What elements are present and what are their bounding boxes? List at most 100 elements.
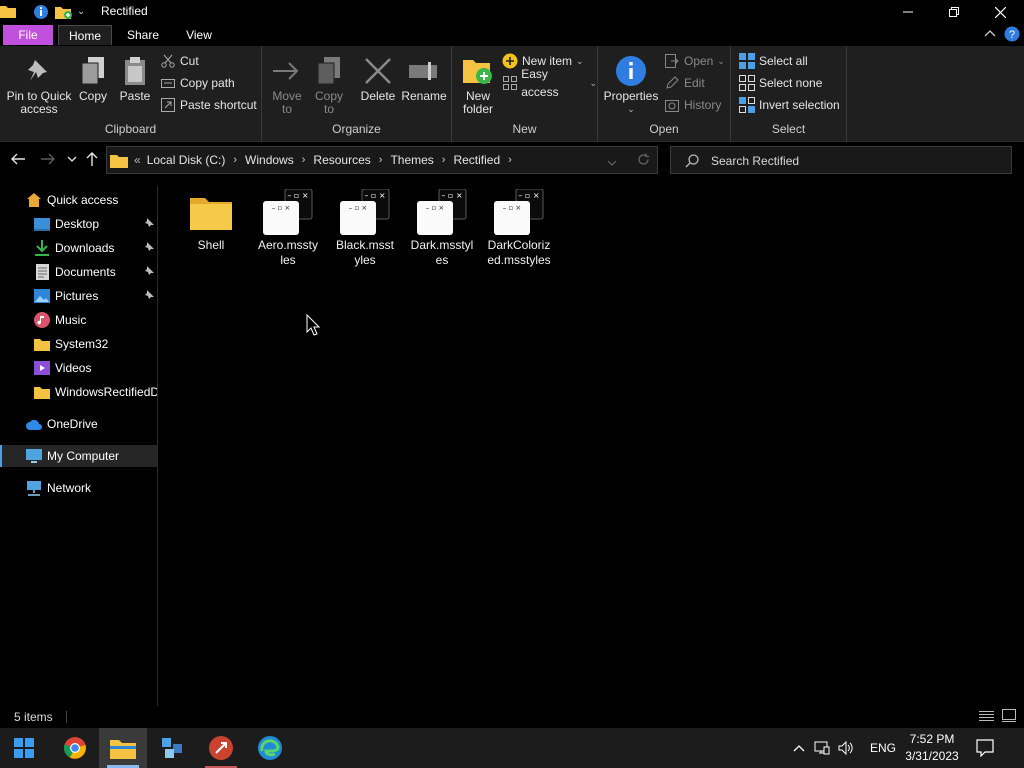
nav-documents[interactable]: Documents <box>0 261 157 283</box>
nav-downloads[interactable]: Downloads <box>0 237 157 259</box>
nav-network[interactable]: Network <box>0 477 157 499</box>
paste-shortcut-button[interactable]: Paste shortcut <box>160 96 257 114</box>
tab-view[interactable]: View <box>176 25 222 45</box>
cut-button[interactable]: Cut <box>160 52 199 70</box>
minimize-button[interactable] <box>885 0 931 24</box>
taskbar-control-panel[interactable] <box>148 728 196 768</box>
rename-button[interactable]: Rename <box>400 54 448 103</box>
edit-button[interactable]: Edit <box>664 74 705 92</box>
breadcrumb-rectified[interactable]: Rectified <box>453 153 500 167</box>
refresh-icon[interactable] <box>637 153 650 169</box>
paste-shortcut-icon <box>160 97 176 113</box>
help-icon[interactable]: ? <box>1004 26 1020 45</box>
copy-label: Copy <box>78 89 107 103</box>
new-folder-button[interactable]: New folder <box>458 54 498 116</box>
delete-label: Delete <box>360 89 396 103</box>
file-item-black[interactable]: – ▫ × – ▫ × Black.msst yles <box>328 186 402 268</box>
quick-access-dropdown-icon[interactable]: ⌄ <box>77 6 85 17</box>
file-item-darkcolorized[interactable]: – ▫ × – ▫ × DarkColoriz ed.msstyles <box>482 186 556 268</box>
copy-path-button[interactable]: Copy path <box>160 74 235 92</box>
delete-button[interactable]: Delete <box>358 54 398 103</box>
collapse-ribbon-icon[interactable] <box>984 28 996 43</box>
open-button[interactable]: Open ⌄ <box>664 52 725 70</box>
close-button[interactable] <box>977 0 1023 24</box>
nav-my-computer[interactable]: My Computer <box>0 445 157 467</box>
history-button[interactable]: History <box>664 96 721 114</box>
folder-icon <box>34 384 50 400</box>
chevron-right-icon[interactable]: › <box>508 154 512 166</box>
rename-icon <box>408 54 440 88</box>
open-group: Properties ⌄ Open ⌄ Edit History Open <box>598 46 731 142</box>
search-box[interactable]: Search Rectified <box>670 146 1012 174</box>
chevron-right-icon[interactable]: › <box>442 154 446 166</box>
start-button[interactable] <box>0 728 48 768</box>
network-status-icon[interactable] <box>810 741 834 755</box>
new-folder-label-line2: folder <box>462 102 494 116</box>
clock[interactable]: 7:52 PM 3/31/2023 <box>892 731 972 765</box>
pin-icon <box>144 289 154 303</box>
taskbar-chrome[interactable] <box>51 728 99 768</box>
nav-system32[interactable]: System32 <box>0 333 157 355</box>
breadcrumb-resources[interactable]: Resources <box>313 153 370 167</box>
address-bar[interactable]: « Local Disk (C:) › Windows › Resources … <box>106 146 658 174</box>
copy-button[interactable]: Copy <box>74 54 112 103</box>
chevron-right-icon[interactable]: › <box>302 154 306 166</box>
invert-selection-button[interactable]: Invert selection <box>739 96 840 114</box>
up-button[interactable] <box>82 149 102 169</box>
file-item-aero[interactable]: – ▫ × – ▫ × Aero.mssty les <box>251 186 325 268</box>
nav-onedrive[interactable]: OneDrive <box>0 413 157 435</box>
search-icon <box>685 154 699 171</box>
status-bar: 5 items <box>0 706 1024 728</box>
paste-button[interactable]: Paste <box>116 54 154 103</box>
forward-button[interactable] <box>38 149 58 169</box>
file-item-shell[interactable]: Shell <box>174 186 248 253</box>
select-all-button[interactable]: Select all <box>739 52 808 70</box>
svg-text:– ▫ ×: – ▫ × <box>426 204 445 212</box>
taskbar-edge[interactable] <box>246 728 294 768</box>
large-icons-view-icon[interactable] <box>1002 709 1016 725</box>
notifications-button[interactable] <box>976 739 994 760</box>
new-folder-quick-icon[interactable] <box>55 4 73 23</box>
nav-quick-access[interactable]: Quick access <box>0 189 157 211</box>
volume-icon[interactable] <box>834 741 858 755</box>
nav-videos[interactable]: Videos <box>0 357 157 379</box>
tab-file[interactable]: File <box>3 25 53 45</box>
clock-time: 7:52 PM <box>909 732 955 746</box>
restore-button[interactable] <box>931 0 977 24</box>
taskbar-file-explorer[interactable] <box>99 728 147 768</box>
msstyles-file-icon: – ▫ × – ▫ × <box>405 186 479 238</box>
chevron-right-icon[interactable]: › <box>379 154 383 166</box>
move-to-button[interactable]: Move to <box>268 54 306 116</box>
taskbar-remote-app[interactable] <box>197 728 245 768</box>
properties-button[interactable]: Properties ⌄ <box>603 54 659 116</box>
copy-to-button[interactable]: Copy to <box>310 54 348 116</box>
select-none-button[interactable]: Select none <box>739 74 822 92</box>
breadcrumb-themes[interactable]: Themes <box>390 153 433 167</box>
nav-windowsrectified[interactable]: WindowsRectifiedD <box>0 381 157 403</box>
file-item-dark[interactable]: – ▫ × – ▫ × Dark.msstyl es <box>405 186 479 268</box>
nav-music[interactable]: Music <box>0 309 157 331</box>
details-view-icon[interactable] <box>979 710 994 725</box>
svg-text:– ▫ ×: – ▫ × <box>441 191 462 200</box>
nav-desktop[interactable]: Desktop <box>0 213 157 235</box>
tab-home[interactable]: Home <box>58 25 112 45</box>
easy-access-button[interactable]: Easy access ⌄ <box>502 67 597 99</box>
chevron-right-icon[interactable]: › <box>233 154 237 166</box>
address-history-dropdown-icon[interactable] <box>607 155 617 169</box>
move-to-icon <box>271 54 303 88</box>
properties-quick-icon[interactable] <box>33 4 49 23</box>
file-name: Shell <box>197 238 225 252</box>
show-hidden-icons-icon[interactable] <box>788 744 810 752</box>
back-button[interactable] <box>8 149 28 169</box>
address-overflow[interactable]: « <box>134 153 141 167</box>
pin-to-quick-access-button[interactable]: Pin to Quick access <box>4 54 74 116</box>
recent-locations-button[interactable] <box>62 149 82 169</box>
tab-share[interactable]: Share <box>120 25 166 45</box>
item-count: 5 items <box>14 710 53 724</box>
chrome-icon <box>64 737 86 759</box>
breadcrumb-windows[interactable]: Windows <box>245 153 294 167</box>
folder-app-icon <box>0 4 16 21</box>
easy-access-icon <box>502 75 517 91</box>
breadcrumb-local-disk[interactable]: Local Disk (C:) <box>147 153 226 167</box>
nav-pictures[interactable]: Pictures <box>0 285 157 307</box>
